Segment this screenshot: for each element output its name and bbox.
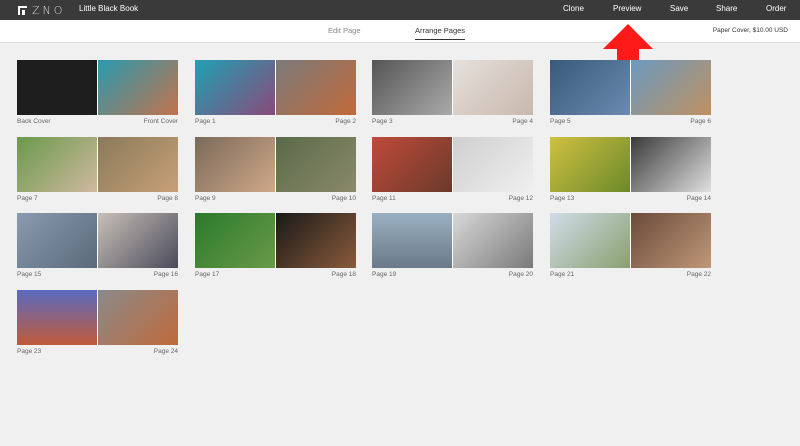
logo-text: ZNO xyxy=(32,3,66,17)
right-page-label: Page 14 xyxy=(686,195,711,202)
book-title[interactable]: Little Black Book xyxy=(79,4,138,13)
right-page-label: Page 10 xyxy=(331,195,356,202)
right-page-label: Page 20 xyxy=(508,271,533,278)
right-page-photo[interactable] xyxy=(453,213,533,268)
page-spread[interactable]: Page 9 Page 10 xyxy=(195,137,356,203)
tab-arrange-pages[interactable]: Arrange Pages xyxy=(415,26,466,40)
right-page-photo[interactable] xyxy=(276,137,356,192)
left-page-label: Page 23 xyxy=(17,348,42,355)
right-page-photo[interactable] xyxy=(453,137,533,192)
page-spread[interactable]: Page 21 Page 22 xyxy=(550,213,711,279)
left-page-photo[interactable] xyxy=(195,60,275,115)
save-button[interactable]: Save xyxy=(670,4,688,13)
page-spread[interactable]: Page 15 Page 16 xyxy=(17,213,178,279)
right-page-photo[interactable] xyxy=(98,137,178,192)
spread-thumbnail[interactable] xyxy=(195,213,356,268)
spread-thumbnail[interactable] xyxy=(17,137,178,192)
app-logo[interactable]: ZNO xyxy=(18,3,65,17)
right-page-photo[interactable] xyxy=(276,60,356,115)
page-spread[interactable]: Page 11 Page 12 xyxy=(372,137,533,203)
spread-thumbnail[interactable] xyxy=(372,137,533,192)
right-page-label: Page 12 xyxy=(508,195,533,202)
right-page-label: Page 16 xyxy=(153,271,178,278)
left-page-photo[interactable] xyxy=(550,213,630,268)
page-spread[interactable]: Back Cover Front Cover xyxy=(17,60,178,126)
page-spread[interactable]: Page 1 Page 2 xyxy=(195,60,356,126)
left-page-photo[interactable] xyxy=(17,137,97,192)
page-spread[interactable]: Page 7 Page 8 xyxy=(17,137,178,203)
left-page-label: Page 21 xyxy=(550,271,575,278)
right-page-label: Page 8 xyxy=(157,195,178,202)
logo-mark-icon xyxy=(18,5,27,15)
right-page-label: Page 6 xyxy=(690,118,711,125)
left-page-label: Page 17 xyxy=(195,271,220,278)
left-page-photo[interactable] xyxy=(372,213,452,268)
left-page-label: Page 11 xyxy=(372,195,396,202)
right-page-label: Page 2 xyxy=(335,118,356,125)
spread-thumbnail[interactable] xyxy=(550,60,711,115)
right-page-label: Page 18 xyxy=(331,271,356,278)
left-page-photo[interactable] xyxy=(195,137,275,192)
right-page-photo[interactable] xyxy=(631,137,711,192)
left-page-label: Page 9 xyxy=(195,195,216,202)
spread-thumbnail[interactable] xyxy=(17,60,178,115)
right-page-label: Page 24 xyxy=(153,348,178,355)
left-page-label: Page 13 xyxy=(550,195,575,202)
right-page-photo[interactable] xyxy=(98,213,178,268)
left-page-photo[interactable] xyxy=(17,290,97,345)
spread-thumbnail[interactable] xyxy=(17,213,178,268)
spread-thumbnail[interactable] xyxy=(372,213,533,268)
right-page-label: Front Cover xyxy=(143,118,178,125)
page-spread[interactable]: Page 13 Page 14 xyxy=(550,137,711,203)
left-page-label: Page 19 xyxy=(372,271,397,278)
right-page-label: Page 4 xyxy=(512,118,533,125)
tab-bar: Edit Page Arrange Pages Paper Cover, $10… xyxy=(0,20,800,43)
left-page-photo[interactable] xyxy=(550,137,630,192)
right-page-label: Page 22 xyxy=(686,271,711,278)
right-page-photo[interactable] xyxy=(631,213,711,268)
spread-thumbnail[interactable] xyxy=(372,60,533,115)
left-page-label: Back Cover xyxy=(17,118,51,125)
page-spread[interactable]: Page 3 Page 4 xyxy=(372,60,533,126)
spread-thumbnail[interactable] xyxy=(195,60,356,115)
spread-thumbnail[interactable] xyxy=(195,137,356,192)
left-page-label: Page 3 xyxy=(372,118,393,125)
spread-thumbnail[interactable] xyxy=(550,137,711,192)
page-spread[interactable]: Page 17 Page 18 xyxy=(195,213,356,279)
right-page-photo[interactable] xyxy=(98,60,178,115)
spread-thumbnail[interactable] xyxy=(550,213,711,268)
left-page-label: Page 7 xyxy=(17,195,38,202)
price-label: Paper Cover, $10.00 USD xyxy=(712,27,788,34)
right-page-photo[interactable] xyxy=(276,213,356,268)
top-bar: ZNO Little Black Book Clone Preview Save… xyxy=(0,0,800,20)
order-button[interactable]: Order xyxy=(766,4,786,13)
right-page-photo[interactable] xyxy=(98,290,178,345)
clone-button[interactable]: Clone xyxy=(563,4,584,13)
left-page-photo[interactable] xyxy=(372,60,452,115)
left-page-photo[interactable] xyxy=(195,213,275,268)
preview-button[interactable]: Preview xyxy=(613,4,641,13)
right-page-photo[interactable] xyxy=(631,60,711,115)
left-page-photo[interactable] xyxy=(372,137,452,192)
left-page-photo[interactable] xyxy=(17,60,97,115)
tab-edit-page[interactable]: Edit Page xyxy=(328,26,361,35)
left-page-photo[interactable] xyxy=(550,60,630,115)
left-page-label: Page 15 xyxy=(17,271,42,278)
share-button[interactable]: Share xyxy=(716,4,737,13)
page-spread[interactable]: Page 19 Page 20 xyxy=(372,213,533,279)
spread-thumbnail[interactable] xyxy=(17,290,178,345)
left-page-label: Page 1 xyxy=(195,118,216,125)
book-spine xyxy=(92,60,96,115)
right-page-photo[interactable] xyxy=(453,60,533,115)
left-page-photo[interactable] xyxy=(17,213,97,268)
page-spread[interactable]: Page 23 Page 24 xyxy=(17,290,178,356)
left-page-label: Page 5 xyxy=(550,118,571,125)
page-spread[interactable]: Page 5 Page 6 xyxy=(550,60,711,126)
